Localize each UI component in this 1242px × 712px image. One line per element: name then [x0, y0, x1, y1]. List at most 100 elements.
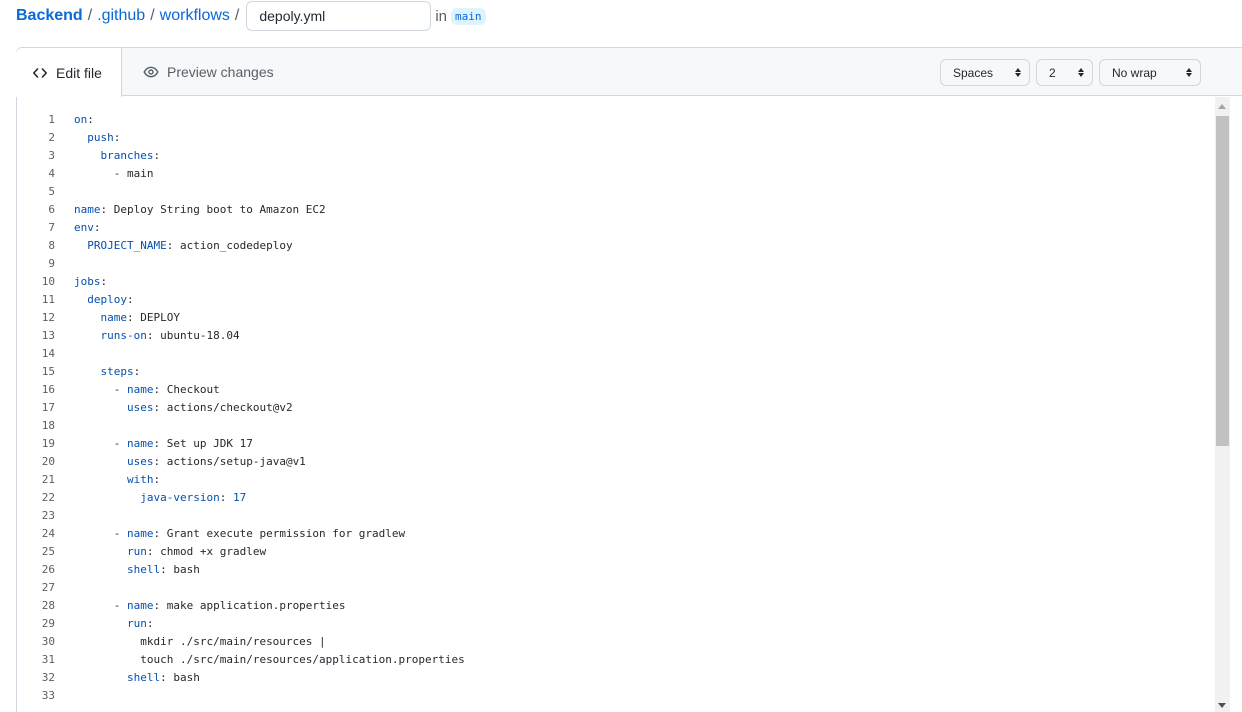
code-line[interactable]: 10 jobs: [17, 272, 1207, 290]
code-line[interactable]: 20 uses: actions/setup-java@v1 [17, 452, 1207, 470]
code-line[interactable]: 18 [17, 416, 1207, 434]
code-indent: - [74, 166, 127, 180]
indent-mode-select[interactable]: Spaces [940, 59, 1030, 86]
code-line[interactable]: 12 name: DEPLOY [17, 308, 1207, 326]
code-line-text: uses: actions/checkout@v2 [74, 401, 293, 414]
yaml-separator: : [146, 544, 161, 558]
code-line[interactable]: 32 shell: bash [17, 668, 1207, 686]
breadcrumb-repo-link[interactable]: Backend [16, 7, 83, 25]
select-arrows-icon [1186, 68, 1192, 77]
yaml-separator: : [160, 670, 174, 684]
wrap-mode-value: No wrap [1112, 65, 1157, 80]
code-line[interactable]: 24 - name: Grant execute permission for … [17, 524, 1207, 542]
yaml-value: Checkout [166, 382, 220, 396]
code-line[interactable]: 5 [17, 182, 1207, 200]
line-number: 27 [41, 580, 55, 594]
code-line[interactable]: 1 on: [17, 110, 1207, 128]
breadcrumb-workflows-folder-link[interactable]: workflows [160, 7, 230, 25]
code-line[interactable]: 28 - name: make application.properties [17, 596, 1207, 614]
code-line[interactable]: 11 deploy: [17, 290, 1207, 308]
code-line[interactable]: 19 - name: Set up JDK 17 [17, 434, 1207, 452]
editor-scrollbar[interactable] [1215, 97, 1230, 712]
tab-preview-changes[interactable]: Preview changes [143, 48, 274, 96]
line-number: 31 [41, 652, 55, 666]
breadcrumb-github-folder-link[interactable]: .github [97, 7, 145, 25]
yaml-separator: : [160, 562, 174, 576]
wrap-mode-select[interactable]: No wrap [1099, 59, 1201, 86]
code-line-text: - name: make application.properties [74, 599, 346, 612]
line-number: 10 [41, 274, 55, 288]
code-line[interactable]: 30 mkdir ./src/main/resources | [17, 632, 1207, 650]
code-editor[interactable]: 1 on: 2 push: 3 branches: 4 - main 5 6 name: De… [17, 110, 1207, 704]
code-line[interactable]: 27 [17, 578, 1207, 596]
code-line[interactable]: 15 steps: [17, 362, 1207, 380]
tab-preview-changes-label: Preview changes [167, 64, 274, 80]
code-line[interactable]: 9 [17, 254, 1207, 272]
code-line[interactable]: 13 runs-on: ubuntu-18.04 [17, 326, 1207, 344]
yaml-key: PROJECT_NAME [87, 238, 167, 252]
yaml-key: branches [100, 148, 154, 162]
yaml-separator: : [153, 382, 167, 396]
scroll-down-arrow-icon[interactable] [1218, 703, 1226, 708]
code-line[interactable]: 33 [17, 686, 1207, 704]
yaml-value: Grant execute permission for gradlew [166, 526, 406, 540]
line-number: 9 [48, 256, 55, 270]
indent-size-select[interactable]: 2 [1036, 59, 1093, 86]
code-line[interactable]: 3 branches: [17, 146, 1207, 164]
code-line[interactable]: 2 push: [17, 128, 1207, 146]
filename-input[interactable] [246, 1, 432, 31]
code-icon [32, 65, 48, 81]
code-line[interactable]: 23 [17, 506, 1207, 524]
yaml-separator: : [153, 598, 167, 612]
yaml-separator: : [153, 472, 161, 486]
code-line[interactable]: 6 name: Deploy String boot to Amazon EC2 [17, 200, 1207, 218]
yaml-key: name [126, 436, 154, 450]
line-number: 6 [48, 202, 55, 216]
yaml-value: ubuntu-18.04 [160, 328, 240, 342]
yaml-key: shell [126, 670, 161, 684]
code-indent: - [74, 526, 127, 540]
line-number: 19 [41, 436, 55, 450]
yaml-value: 17 [232, 490, 247, 504]
code-line-text: PROJECT_NAME: action_codedeploy [74, 238, 292, 252]
code-line[interactable]: 29 run: [17, 614, 1207, 632]
code-line[interactable]: 4 - main [17, 164, 1207, 182]
yaml-key: uses [126, 400, 154, 414]
yaml-key: name [126, 526, 154, 540]
code-line[interactable]: 8 PROJECT_NAME: action_codedeploy [17, 236, 1207, 254]
scroll-up-arrow-icon[interactable] [1218, 104, 1226, 109]
yaml-separator: : [93, 220, 101, 234]
tab-edit-file[interactable]: Edit file [16, 48, 122, 97]
line-number: 11 [41, 292, 55, 306]
yaml-separator: : [87, 112, 94, 126]
code-line[interactable]: 31 touch ./src/main/resources/applicatio… [17, 650, 1207, 668]
yaml-value: Set up JDK 17 [166, 436, 253, 450]
code-line[interactable]: 17 uses: actions/checkout@v2 [17, 398, 1207, 416]
code-indent: - [74, 598, 127, 612]
yaml-value: bash [173, 670, 200, 684]
yaml-separator: : [153, 148, 161, 162]
code-line-text: name: DEPLOY [74, 311, 181, 324]
code-line[interactable]: 14 [17, 344, 1207, 362]
code-line[interactable]: 16 - name: Checkout [17, 380, 1207, 398]
code-line[interactable]: 22 java-version: 17 [17, 488, 1207, 506]
code-line-text: with: [74, 473, 160, 486]
code-line[interactable]: 25 run: chmod +x gradlew [17, 542, 1207, 560]
code-line-text: branches: [74, 148, 161, 162]
code-line[interactable]: 26 shell: bash [17, 560, 1207, 578]
code-line[interactable]: 21 with: [17, 470, 1207, 488]
yaml-key: runs-on [100, 328, 147, 342]
code-line-text: name: Deploy String boot to Amazon EC2 [74, 203, 326, 216]
line-number: 16 [41, 382, 55, 396]
code-line[interactable]: 7 env: [17, 218, 1207, 236]
line-number: 28 [41, 598, 55, 612]
yaml-value: Deploy String boot to Amazon EC2 [113, 202, 326, 216]
scrollbar-thumb[interactable] [1216, 116, 1229, 446]
